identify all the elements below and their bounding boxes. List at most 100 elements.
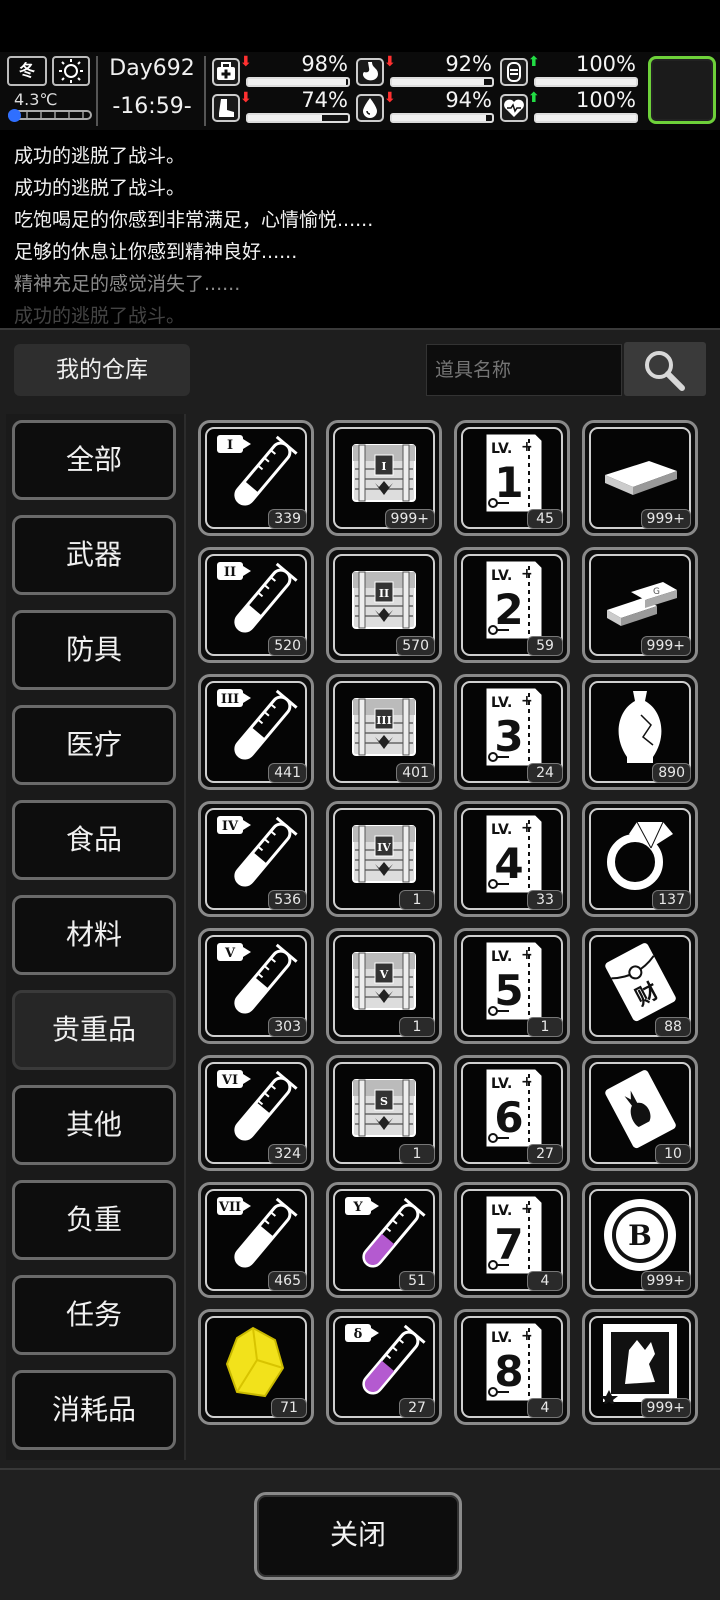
item-slot[interactable]: IV 536 [198,801,314,917]
category-tab[interactable]: 负重 [12,1180,176,1260]
item-slot[interactable]: III 441 [198,674,314,790]
trend-up-icon: ⬆ [528,54,540,70]
item-slot[interactable]: S1 [326,1055,442,1171]
category-tab[interactable]: 其他 [12,1085,176,1165]
item-slot[interactable]: 999+ [582,1309,698,1425]
cash-stack-icon [605,461,677,495]
item-slot[interactable]: LV. +2 59 [454,547,570,663]
item-slot[interactable]: LV. +6 27 [454,1055,570,1171]
category-tab[interactable]: 防具 [12,610,176,690]
svg-text:2: 2 [494,585,523,634]
test-tube-icon: Y [345,1197,426,1269]
item-slot[interactable]: 71 [198,1309,314,1425]
svg-text:LV.: LV. [491,1203,512,1219]
svg-text:+: + [521,693,533,709]
category-tab[interactable]: 食品 [12,800,176,880]
item-slot[interactable]: LV. +1 45 [454,420,570,536]
stat-value: 92% [445,52,492,76]
water-drop-icon [356,94,384,122]
warehouse-title: 我的仓库 [14,344,190,396]
boot-icon [212,94,240,122]
stat-boot: ⬇ 74% [212,88,352,124]
bottom-bar: 关闭 [0,1468,720,1600]
item-slot[interactable]: V1 [326,928,442,1044]
stat-bar [246,113,350,123]
svg-text:8: 8 [494,1347,523,1396]
stat-bar [390,77,494,87]
svg-text:LV.: LV. [491,441,512,457]
svg-text:III: III [221,692,239,707]
trend-up-icon: ⬆ [528,90,540,106]
item-count: 1 [399,1017,435,1037]
item-count: 520 [268,636,307,656]
svg-text:+: + [521,439,533,455]
item-slot[interactable]: LV. +3 24 [454,674,570,790]
item-count: 4 [527,1398,563,1418]
item-slot[interactable]: LV. +5 1 [454,928,570,1044]
search-icon [645,351,685,391]
treasure-chest-icon: V [352,952,416,1010]
svg-text:Y: Y [352,1200,363,1215]
item-slot[interactable]: 财 88 [582,928,698,1044]
energy-icon [500,58,528,86]
equipped-slot[interactable] [648,56,716,124]
item-count: 999+ [640,1271,691,1291]
item-slot[interactable]: 10 [582,1055,698,1171]
category-tab[interactable]: 全部 [12,420,176,500]
svg-text:+: + [521,1201,533,1217]
svg-text:S: S [380,1095,388,1108]
item-slot[interactable]: δ 27 [326,1309,442,1425]
search-button[interactable] [624,342,706,396]
category-tab[interactable]: 武器 [12,515,176,595]
item-slot[interactable]: VII 465 [198,1182,314,1298]
category-tab[interactable]: 任务 [12,1275,176,1355]
item-count: 999+ [640,636,691,656]
item-slot[interactable]: G 999+ [582,547,698,663]
item-count: 999+ [640,509,691,529]
item-slot[interactable]: I 999+ [326,420,442,536]
item-slot[interactable]: IV 1 [326,801,442,917]
item-slot[interactable]: 137 [582,801,698,917]
item-grid: I 339 I 999+ LV. +1 45 999+ II 520 II 570 LV. +2 59 G 99… [198,414,712,1460]
item-count: 1 [527,1017,563,1037]
item-slot[interactable]: B 999+ [582,1182,698,1298]
item-slot[interactable]: 890 [582,674,698,790]
diamond-ring-icon [607,821,673,890]
item-slot[interactable]: II 570 [326,547,442,663]
log-line: 精神充足的感觉消失了...... [14,273,241,295]
item-slot[interactable]: III 401 [326,674,442,790]
item-count: 324 [268,1144,307,1164]
item-count: 536 [268,890,307,910]
item-count: 71 [271,1398,307,1418]
item-count: 999+ [640,1398,691,1418]
test-tube-icon: δ [345,1324,426,1396]
day-counter: Day692 [109,56,195,81]
item-slot[interactable]: LV. +4 33 [454,801,570,917]
trend-down-icon: ⬇ [384,54,396,70]
category-tab[interactable]: 材料 [12,895,176,975]
test-tube-icon: V [217,943,298,1015]
item-slot[interactable]: I 339 [198,420,314,536]
category-tab[interactable]: 消耗品 [12,1370,176,1450]
item-count: 10 [655,1144,691,1164]
item-count: 890 [652,763,691,783]
category-tab[interactable]: 医疗 [12,705,176,785]
temperature-bar [8,109,92,122]
treasure-chest-icon: II [352,571,416,629]
item-slot[interactable]: LV. +7 4 [454,1182,570,1298]
item-slot[interactable]: II 520 [198,547,314,663]
svg-text:3: 3 [494,712,523,761]
item-search-input[interactable] [426,344,622,396]
svg-text:6: 6 [494,1093,523,1142]
category-tab[interactable]: 贵重品 [12,990,176,1070]
bitcoin-chip-icon: B [604,1199,676,1271]
skill-book-icon: LV. +5 [486,942,542,1020]
temperature-text: 4.3℃ [14,90,58,109]
item-slot[interactable]: Y 51 [326,1182,442,1298]
item-slot[interactable]: V 303 [198,928,314,1044]
item-slot[interactable]: VI 324 [198,1055,314,1171]
close-button[interactable]: 关闭 [254,1492,462,1580]
item-slot[interactable]: LV. +8 4 [454,1309,570,1425]
item-slot[interactable]: 999+ [582,420,698,536]
item-count: 24 [527,763,563,783]
